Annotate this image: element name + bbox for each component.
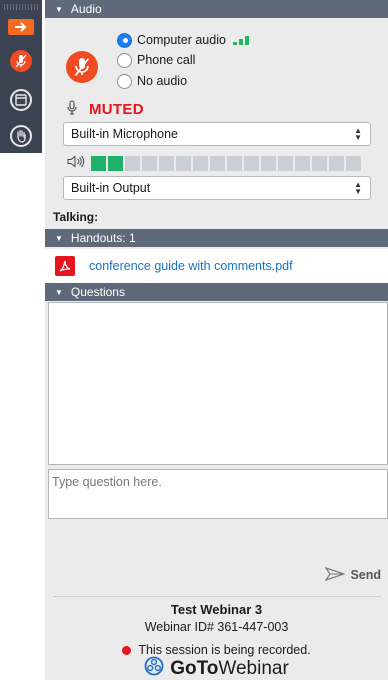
recording-dot-icon <box>122 645 132 655</box>
webinar-id: Webinar ID# 361-447-003 <box>144 620 289 634</box>
radio-phone-call[interactable]: Phone call <box>117 51 195 69</box>
output-select-value: Built-in Output <box>71 181 151 195</box>
level-segment <box>244 155 259 171</box>
level-segments <box>91 155 361 171</box>
brand-webinar-text: Webinar <box>218 658 289 679</box>
control-panel: ▼ Audio Computer audio Phone call No aud… <box>45 0 388 680</box>
handouts-header-label: Handouts: 1 <box>70 231 136 245</box>
radio-label: Computer audio <box>137 33 226 47</box>
mic-muted-icon[interactable] <box>66 51 98 83</box>
pdf-icon <box>55 256 75 276</box>
mute-status: MUTED <box>67 99 144 119</box>
recording-status: This session is being recorded. <box>45 643 388 657</box>
questions-log[interactable] <box>48 302 388 465</box>
arrow-right-icon[interactable] <box>8 19 34 35</box>
side-toolbar <box>0 0 42 153</box>
webinar-title: Test Webinar 3 <box>170 602 263 617</box>
level-segment <box>295 155 310 171</box>
collapse-triangle-icon: ▼ <box>55 4 63 14</box>
radio-label: Phone call <box>137 53 196 67</box>
level-segment <box>125 155 140 171</box>
handouts-section-header[interactable]: ▼ Handouts: 1 <box>45 229 388 247</box>
questions-header-label: Questions <box>70 285 125 299</box>
level-segment <box>193 155 208 171</box>
signal-strength-icon <box>232 35 249 45</box>
send-icon <box>324 566 347 584</box>
brand-logo: GoTo Webinar <box>45 656 388 680</box>
radio-computer-audio[interactable]: Computer audio <box>117 31 249 49</box>
question-input[interactable] <box>48 469 388 519</box>
audio-header-label: Audio <box>70 2 102 16</box>
muted-label: MUTED <box>89 100 144 118</box>
panel-icon[interactable] <box>10 89 32 111</box>
send-button[interactable]: Send <box>324 566 381 584</box>
output-select[interactable]: Built-in Output ▲ ▼ <box>63 176 371 200</box>
recording-text: This session is being recorded. <box>138 643 311 657</box>
level-segment <box>261 155 276 171</box>
radio-label: No audio <box>137 74 188 88</box>
audio-section-header[interactable]: ▼ Audio <box>45 0 388 18</box>
level-segment <box>159 155 174 171</box>
level-segment <box>210 155 225 171</box>
goto-logo-icon <box>144 656 164 680</box>
radio-button[interactable] <box>117 73 132 89</box>
level-segment <box>227 155 242 171</box>
handout-item[interactable]: conference guide with comments.pdf <box>45 249 388 283</box>
level-segment <box>278 155 293 171</box>
radio-button[interactable] <box>117 52 132 68</box>
collapse-triangle-icon: ▼ <box>55 233 63 243</box>
level-segment <box>329 155 344 171</box>
microphone-select[interactable]: Built-in Microphone ▲ ▼ <box>63 122 371 146</box>
level-segment <box>91 155 106 171</box>
mic-muted-icon[interactable] <box>10 50 32 72</box>
level-segment <box>346 155 361 171</box>
toolbar-grip[interactable] <box>4 4 38 10</box>
handout-file-link[interactable]: conference guide with comments.pdf <box>89 259 293 273</box>
level-segment <box>312 155 327 171</box>
brand-goto-text: GoTo <box>170 658 219 679</box>
radio-no-audio[interactable]: No audio <box>117 72 187 90</box>
radio-button[interactable] <box>117 32 132 48</box>
level-segment <box>108 155 123 171</box>
audio-level-meter <box>67 155 361 171</box>
microphone-select-value: Built-in Microphone <box>71 127 178 141</box>
microphone-icon <box>67 100 77 118</box>
raise-hand-icon[interactable] <box>10 125 32 147</box>
level-segment <box>176 155 191 171</box>
talking-label: Talking: <box>53 210 99 224</box>
questions-section-header[interactable]: ▼ Questions <box>45 283 388 301</box>
collapse-triangle-icon: ▼ <box>55 287 63 297</box>
select-arrows-icon: ▲ ▼ <box>354 180 362 196</box>
level-segment <box>142 155 157 171</box>
divider <box>53 596 381 597</box>
select-arrows-icon: ▲ ▼ <box>354 126 362 142</box>
send-label: Send <box>350 568 381 582</box>
speaker-icon <box>67 155 85 171</box>
